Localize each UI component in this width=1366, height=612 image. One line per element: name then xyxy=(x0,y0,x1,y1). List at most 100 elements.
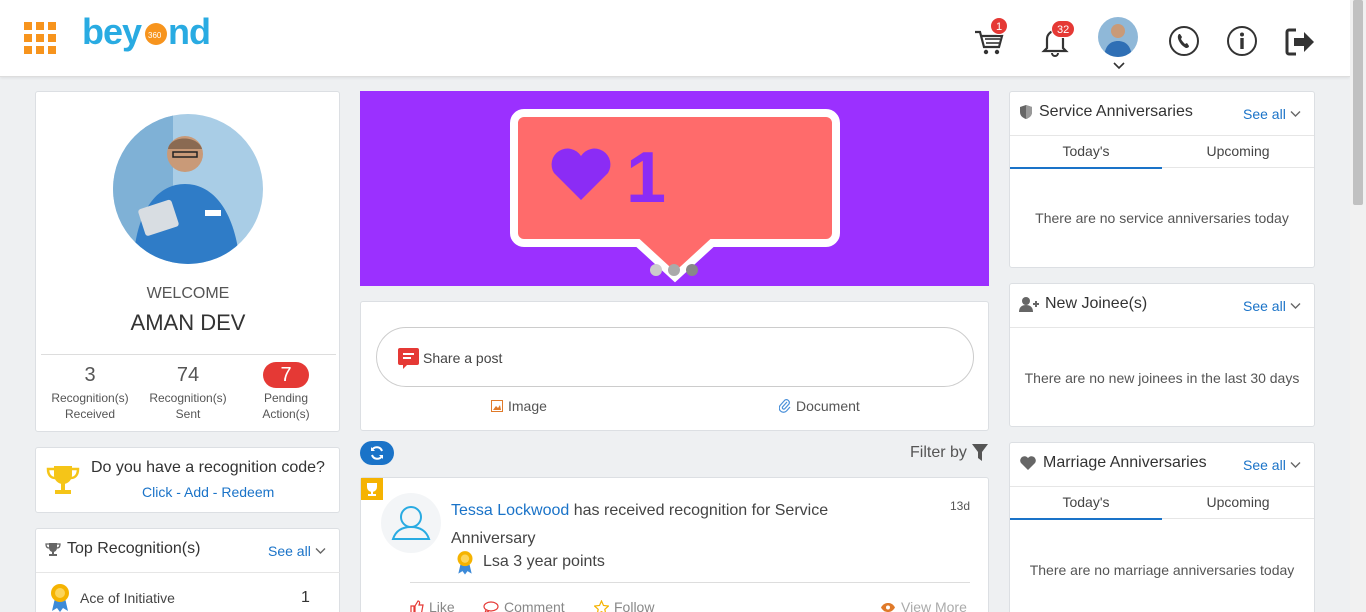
star-icon xyxy=(594,599,609,612)
comment-icon xyxy=(483,600,499,612)
see-all-marriage[interactable]: See all xyxy=(1243,457,1301,473)
marriage-anniversaries-card: Marriage Anniversaries See all Today's U… xyxy=(1009,442,1315,612)
stat-label: Action(s) xyxy=(262,407,310,421)
carousel-dot[interactable] xyxy=(650,264,662,276)
chevron-down-icon xyxy=(315,548,326,554)
add-user-icon xyxy=(1019,297,1039,312)
feed-post-card: Tessa Lockwood has received recognition … xyxy=(360,477,989,612)
top-recognition-title: Top Recognition(s) xyxy=(45,540,200,558)
chevron-down-icon xyxy=(1290,111,1301,117)
marriage-anniversaries-title: Marriage Anniversaries xyxy=(1019,454,1207,472)
image-upload-button[interactable]: Image xyxy=(491,398,547,414)
top-recognition-name: Ace of Initiative xyxy=(80,590,175,606)
document-upload-button[interactable]: Document xyxy=(779,398,860,414)
info-icon[interactable] xyxy=(1226,25,1260,59)
award-ribbon-icon xyxy=(48,582,72,612)
filter-button[interactable]: Filter by xyxy=(910,444,988,462)
welcome-label: WELCOME xyxy=(146,285,230,302)
stat-label: Sent xyxy=(175,407,201,421)
phone-icon[interactable] xyxy=(1168,25,1202,59)
thumbs-up-icon xyxy=(410,600,424,612)
carousel-dots[interactable] xyxy=(650,264,698,276)
tab-todays[interactable]: Today's xyxy=(1010,136,1162,169)
follow-button[interactable]: Follow xyxy=(594,599,654,612)
profile-card: WELCOME AMAN DEV 3 Recognition(s) Receiv… xyxy=(35,91,340,432)
heart-icon xyxy=(1020,456,1036,470)
heart-count-text: 1 xyxy=(626,138,666,218)
service-empty-message: There are no service anniversaries today xyxy=(1035,210,1289,226)
filter-icon xyxy=(971,444,988,461)
chevron-down-icon[interactable] xyxy=(1113,58,1125,70)
cart-badge: 1 xyxy=(990,17,1009,35)
user-name: AMAN DEV xyxy=(130,310,246,335)
divider xyxy=(41,354,336,355)
logout-icon[interactable] xyxy=(1284,27,1318,61)
heart-count-graphic: 1 xyxy=(510,109,840,283)
post-composer: Share a post Image Document xyxy=(360,301,989,431)
tab-upcoming[interactable]: Upcoming xyxy=(1162,487,1314,518)
eye-icon xyxy=(881,602,895,612)
share-post-placeholder: Share a post xyxy=(423,350,503,366)
page-scrollbar[interactable] xyxy=(1350,0,1366,612)
stat-label: Recognition(s) xyxy=(51,391,129,405)
recognition-code-card: Do you have a recognition code? Click - … xyxy=(35,447,340,513)
carousel-dot[interactable] xyxy=(686,264,698,276)
refresh-button[interactable] xyxy=(360,441,394,465)
stat-value: 3 xyxy=(84,364,96,386)
recognition-code-question: Do you have a recognition code? xyxy=(91,459,325,476)
tab-todays[interactable]: Today's xyxy=(1010,487,1162,520)
see-all-joinees[interactable]: See all xyxy=(1243,298,1301,314)
see-all-top-recognition[interactable]: See all xyxy=(268,543,326,559)
paperclip-icon xyxy=(779,399,791,413)
like-button[interactable]: Like xyxy=(410,599,455,612)
post-avatar[interactable] xyxy=(381,493,441,553)
stat-received[interactable]: 3 Recognition(s) Received xyxy=(41,362,139,422)
service-anniversaries-title: Service Anniversaries xyxy=(1019,103,1193,121)
chevron-down-icon xyxy=(1290,303,1301,309)
view-more-button[interactable]: View More xyxy=(880,599,967,612)
post-time: 13d xyxy=(950,499,971,513)
post-person-link[interactable]: Tessa Lockwood xyxy=(451,502,569,519)
joinee-empty-message: There are no new joinees in the last 30 … xyxy=(1024,370,1300,386)
stat-pending[interactable]: 7 Pending Action(s) xyxy=(237,362,335,422)
marriage-empty-message: There are no marriage anniversaries toda… xyxy=(1029,562,1295,578)
stat-sent[interactable]: 74 Recognition(s) Sent xyxy=(139,362,237,422)
refresh-icon xyxy=(371,446,383,460)
stat-label: Pending xyxy=(263,391,309,405)
share-post-input[interactable]: Share a post xyxy=(376,327,974,387)
top-recognition-card: Top Recognition(s) See all Ace of Initia… xyxy=(35,528,340,612)
redeem-link[interactable]: Click - Add - Redeem xyxy=(142,484,274,500)
comment-button[interactable]: Comment xyxy=(483,599,565,612)
app-grid-icon[interactable] xyxy=(24,22,56,54)
profile-photo xyxy=(113,114,263,264)
post-text: Tessa Lockwood has received recognition … xyxy=(451,502,829,547)
promo-banner[interactable]: 1 xyxy=(360,91,989,286)
stat-value: 74 xyxy=(176,364,200,386)
svg-text:bey: bey xyxy=(82,12,142,52)
user-avatar[interactable] xyxy=(1098,17,1138,57)
marriage-tabs: Today's Upcoming xyxy=(1010,486,1314,520)
trophy-icon xyxy=(45,462,81,503)
award-name: Lsa 3 year points xyxy=(483,553,605,570)
chevron-down-icon xyxy=(1290,462,1301,468)
chat-bubble-icon xyxy=(398,348,419,374)
tab-upcoming[interactable]: Upcoming xyxy=(1162,136,1314,167)
svg-text:nd: nd xyxy=(168,12,210,52)
user-outline-icon xyxy=(391,506,431,540)
stat-label: Received xyxy=(64,407,116,421)
recognition-tag-icon xyxy=(361,478,383,500)
new-joinees-title: New Joinee(s) xyxy=(1019,295,1147,313)
top-header: bey 360 nd 1 32 xyxy=(0,0,1350,77)
notification-badge: 32 xyxy=(1051,20,1076,38)
award-ribbon-icon xyxy=(455,549,475,580)
beyond-logo[interactable]: bey 360 nd xyxy=(82,12,217,66)
trophy-small-icon xyxy=(45,543,61,556)
stat-label: Recognition(s) xyxy=(149,391,227,405)
see-all-service[interactable]: See all xyxy=(1243,106,1301,122)
carousel-dot-active[interactable] xyxy=(668,264,680,276)
service-tabs: Today's Upcoming xyxy=(1010,135,1314,169)
service-anniversaries-card: Service Anniversaries See all Today's Up… xyxy=(1009,91,1315,268)
pending-badge: 7 xyxy=(263,362,309,388)
image-icon xyxy=(491,400,503,412)
shield-icon xyxy=(1020,105,1032,119)
